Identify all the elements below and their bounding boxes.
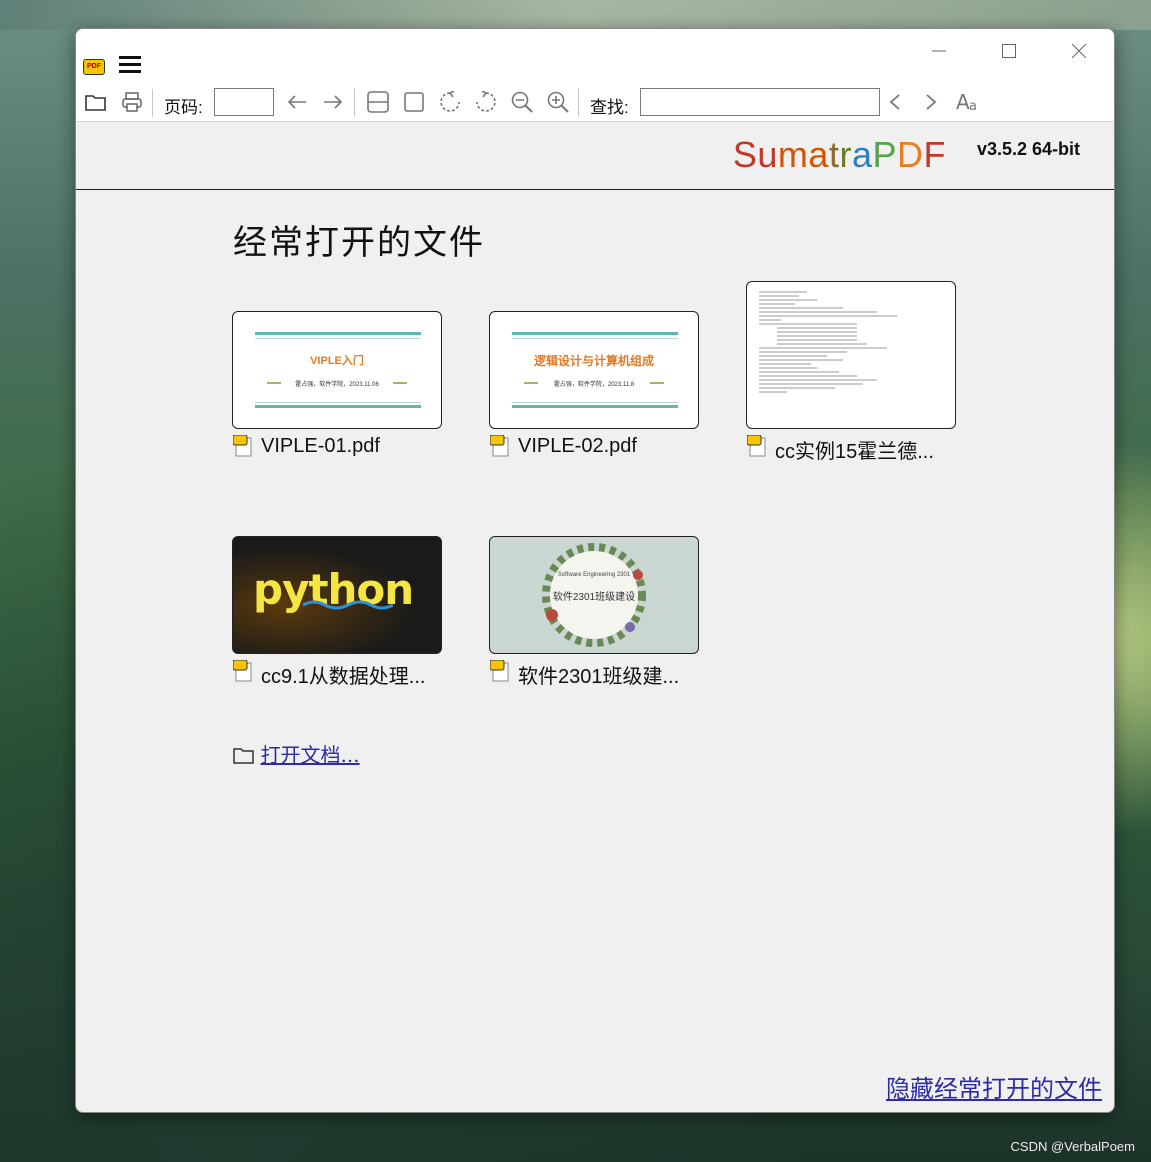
- fit-page-icon[interactable]: [401, 89, 427, 115]
- hide-recent-files-link[interactable]: 隐藏经常打开的文件: [886, 1069, 1102, 1104]
- pdf-file-icon: [490, 660, 509, 682]
- recent-files-heading: 经常打开的文件: [233, 223, 485, 263]
- desktop-background: [0, 0, 1151, 30]
- thumb-title: VIPLE入门: [310, 355, 364, 367]
- brand-letter: S: [732, 134, 758, 175]
- thumb-subtitle: 霍占强，软件学院，2023.11.8: [553, 382, 635, 388]
- pdf-file-icon: [490, 435, 509, 457]
- brand-letter: D: [897, 134, 924, 175]
- toolbar-separator: [354, 89, 355, 117]
- find-next-icon[interactable]: [918, 89, 944, 115]
- forward-arrow-icon[interactable]: [320, 89, 346, 115]
- svg-text:A: A: [956, 91, 970, 113]
- brand-letter: a: [808, 134, 829, 175]
- brand-letter: P: [872, 134, 897, 175]
- thumb-title: 逻辑设计与计算机组成: [533, 354, 654, 368]
- toolbar-divider: [76, 121, 1114, 122]
- maximize-icon[interactable]: [989, 37, 1029, 65]
- print-icon[interactable]: [119, 89, 145, 115]
- thumb-subtitle: Software Engineering 2301: [557, 572, 631, 578]
- brand-letter: a: [851, 134, 873, 175]
- rotate-left-icon[interactable]: [437, 89, 463, 115]
- brand-letter: t: [828, 134, 840, 175]
- watermark: CSDN @VerbalPoem: [1010, 1139, 1135, 1154]
- pdf-file-icon: [747, 435, 766, 457]
- app-pdf-icon: PDF: [83, 59, 105, 75]
- title-and-toolbar: PDF 页码: 查找: A a: [76, 29, 1114, 121]
- folder-icon: [233, 748, 254, 764]
- find-label: 查找:: [590, 98, 629, 117]
- find-prev-icon[interactable]: [882, 89, 908, 115]
- app-version: v3.5.2 64-bit: [976, 139, 1080, 159]
- match-case-icon[interactable]: Aa: [954, 89, 984, 115]
- file-thumbnail[interactable]: 逻辑设计与计算机组成 霍占强，软件学院，2023.11.8: [489, 311, 699, 429]
- thumb-title: 软件2301班级建设: [552, 592, 636, 603]
- file-thumbnail[interactable]: VIPLE入门 霍占强，软件学院，2023.11.06: [232, 311, 442, 429]
- brand-letter: m: [777, 134, 809, 175]
- thumb-subtitle: 霍占强，软件学院，2023.11.06: [295, 382, 379, 388]
- open-document-row: 打开文档...: [233, 739, 360, 768]
- toolbar-separator: [578, 89, 579, 117]
- header-rule: [76, 189, 1114, 190]
- close-icon[interactable]: [1059, 37, 1099, 65]
- code-page-preview: [759, 291, 897, 393]
- zoom-in-icon[interactable]: [545, 89, 571, 115]
- pdf-file-icon: [233, 435, 252, 457]
- wave-decoration: [303, 600, 393, 610]
- svg-text:a: a: [969, 99, 977, 113]
- find-input[interactable]: [640, 88, 880, 116]
- page-label: 页码:: [164, 98, 203, 117]
- sumatra-window: PDF 页码: 查找: A a SumatraPDF v3.5.2 64-bit…: [75, 28, 1115, 1113]
- single-page-icon[interactable]: [365, 89, 391, 115]
- file-thumbnail[interactable]: Software Engineering 2301 软件2301班级建设: [489, 536, 699, 654]
- back-arrow-icon[interactable]: [284, 89, 310, 115]
- brand-letter: u: [757, 134, 778, 175]
- pdf-file-icon: [233, 660, 252, 682]
- file-name[interactable]: 软件2301班级建...: [518, 660, 679, 689]
- hamburger-icon[interactable]: [119, 56, 141, 74]
- zoom-out-icon[interactable]: [509, 89, 535, 115]
- file-name[interactable]: cc实例15霍兰德...: [775, 435, 934, 464]
- app-brand-name: SumatraPDF: [733, 134, 946, 176]
- file-thumbnail[interactable]: [746, 281, 956, 429]
- minimize-icon[interactable]: [919, 37, 959, 65]
- file-thumbnail[interactable]: python: [232, 536, 442, 654]
- open-folder-icon[interactable]: [83, 89, 109, 115]
- rotate-right-icon[interactable]: [473, 89, 499, 115]
- page-number-input[interactable]: [214, 88, 274, 116]
- file-name[interactable]: VIPLE-02.pdf: [518, 435, 637, 458]
- file-name[interactable]: VIPLE-01.pdf: [261, 435, 380, 458]
- file-name[interactable]: cc9.1从数据处理...: [261, 660, 425, 689]
- toolbar: 页码: 查找: A a: [76, 87, 1114, 119]
- brand-letter: r: [839, 134, 852, 175]
- open-document-link[interactable]: 打开文档...: [261, 743, 360, 767]
- brand-letter: F: [923, 134, 946, 175]
- toolbar-separator: [152, 89, 153, 117]
